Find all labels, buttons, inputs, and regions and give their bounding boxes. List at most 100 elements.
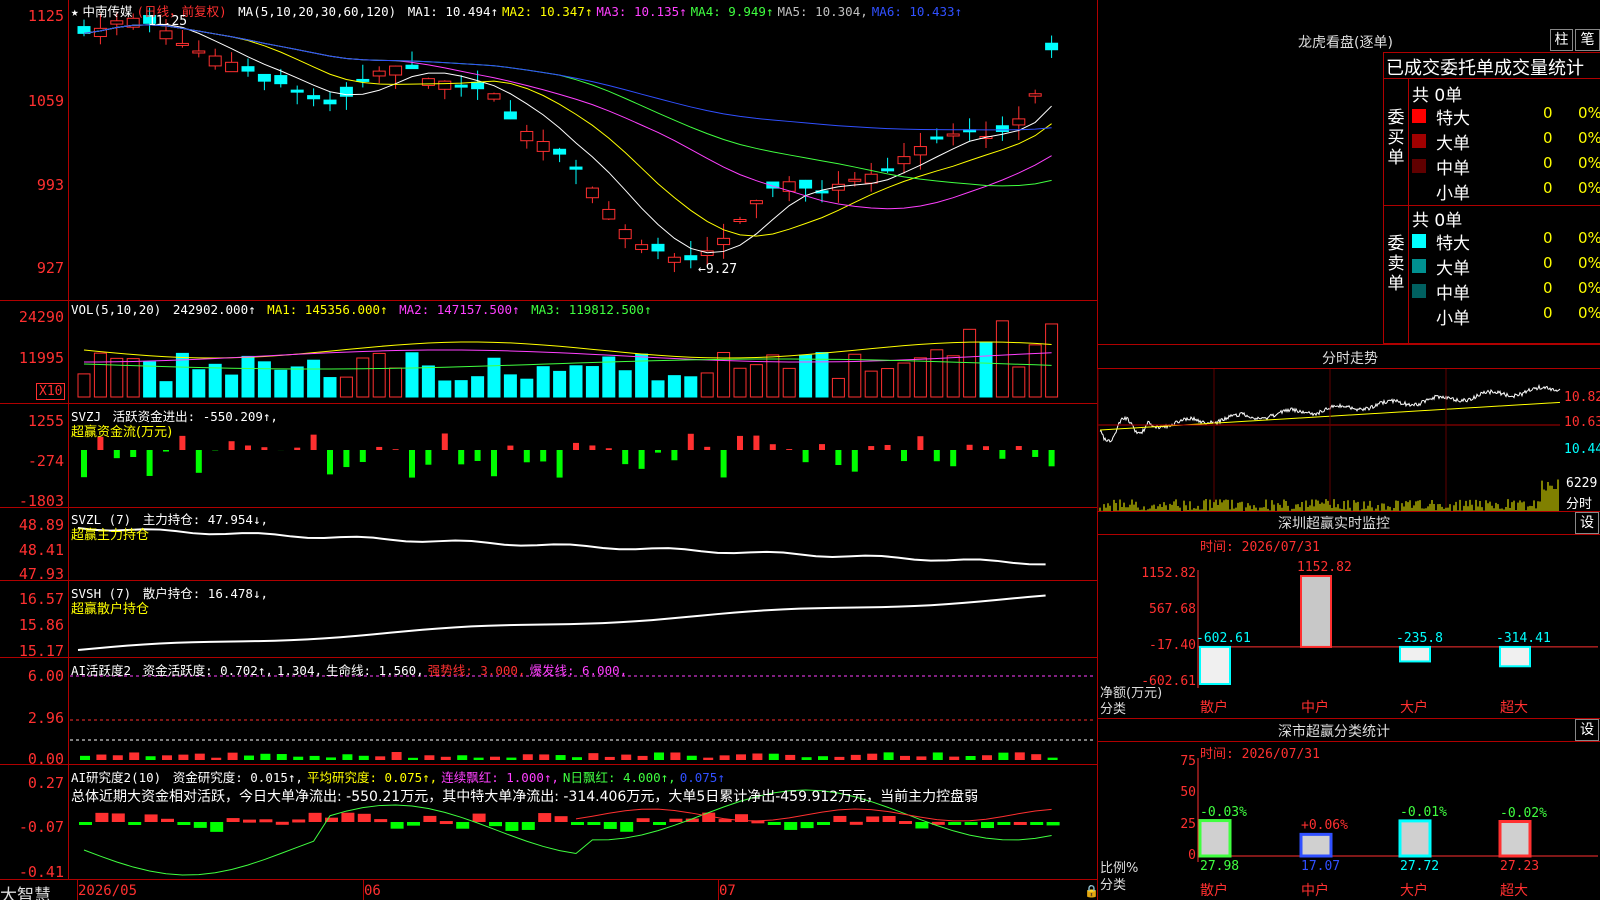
ma-legend-item: MA2: 10.347↑ (502, 4, 593, 19)
volume-bar (831, 377, 845, 398)
activity-bar (326, 757, 336, 760)
ma-legend-item: MA6: 10.433↑ (871, 4, 963, 19)
price-candle (405, 64, 419, 70)
category-label: 大户 (1400, 883, 1428, 899)
activity-bar (637, 755, 648, 760)
intraday-vol-label: 分时 (1566, 497, 1593, 512)
volume-bar (323, 377, 337, 398)
money-flow-bar (655, 450, 661, 453)
row-name: 特大 (1436, 234, 1470, 254)
price-candle (487, 93, 501, 100)
price-candle (290, 89, 304, 93)
research-bar (554, 816, 568, 822)
research-bar (964, 822, 978, 825)
activity-bar (621, 754, 632, 760)
price-candle (799, 179, 813, 189)
volume-bar (782, 367, 796, 398)
volume-bar (995, 320, 1009, 398)
price-candle (864, 173, 878, 184)
research-bar (357, 813, 371, 822)
ai-research-tick: -0.41 (18, 863, 64, 881)
price-candle (503, 111, 517, 120)
sz-monitor-time: 时间: 2026/07/31 (1200, 540, 1320, 555)
ai-research-label: AI研究度2(10) (71, 770, 162, 785)
research-bar (308, 812, 322, 822)
money-flow-bar (622, 450, 629, 465)
svzl-tick: 48.41 (18, 541, 64, 559)
money-flow-bar (720, 450, 727, 478)
sz-monitor-settings-button[interactable]: 设 (1575, 512, 1599, 534)
research-bar (817, 822, 830, 825)
money-flow-bar (884, 444, 891, 450)
ai-research-item: 0.075↑ (679, 770, 725, 785)
price-candle (995, 125, 1009, 132)
research-bar (636, 818, 650, 822)
row-value: 0 (1543, 179, 1553, 197)
activity-bar (211, 757, 222, 760)
research-bar (95, 812, 109, 822)
money-flow-bar (851, 450, 858, 472)
volume-bar (520, 378, 534, 398)
volume-bar (372, 352, 386, 398)
research-bar (833, 815, 847, 822)
activity-bar (506, 757, 517, 760)
stock-name[interactable]: 中南传媒 (83, 4, 133, 19)
category-label: 大户 (1400, 700, 1428, 716)
price-candle (307, 95, 321, 100)
ma-legend-item: MA5: 10.304, (777, 4, 868, 19)
money-flow-bar (441, 433, 448, 450)
activity-bar (818, 756, 828, 760)
activity-bar (80, 755, 90, 760)
row-percent: 0% (1578, 104, 1600, 122)
research-bar (341, 812, 355, 822)
price-candle (881, 168, 895, 172)
ratio-change-label: -0.01% (1400, 804, 1447, 820)
money-flow-bar (195, 450, 202, 473)
research-bar (1013, 821, 1027, 825)
intraday-tick: 10.44 (1564, 442, 1600, 457)
price-candle (1045, 42, 1059, 51)
ai-active-label: AI活跃度2 (71, 663, 132, 678)
price-candle (897, 156, 911, 165)
ma-line (83, 23, 1052, 254)
activity-bar (736, 754, 746, 760)
sell-row: 中单 0 0% (1410, 279, 1600, 304)
row-value: 0 (1543, 304, 1553, 322)
sz-class-settings-button[interactable]: 设 (1575, 719, 1599, 741)
color-swatch (1412, 234, 1426, 248)
tab-tick-view[interactable]: 笔 (1575, 29, 1600, 51)
research-bar (259, 819, 273, 823)
sz-class-tick: 25 (1180, 817, 1196, 832)
money-flow-bar (901, 450, 907, 462)
svsh-tick: 16.57 (18, 590, 64, 608)
money-flow-bar (819, 444, 825, 450)
vol-tick: 24290 (18, 308, 64, 326)
vol-ma-line (83, 341, 1052, 359)
color-swatch (1412, 134, 1426, 148)
buy-side-label: 委买单 (1387, 108, 1405, 168)
money-flow-bar (802, 450, 809, 463)
activity-bar (293, 756, 304, 760)
activity-bar (457, 755, 468, 760)
ai-research-item: 资金研究度: 0.015↑, (172, 770, 303, 785)
svzj-tick: -274 (27, 452, 64, 470)
research-bar (669, 818, 683, 822)
money-flow-bar (556, 450, 563, 478)
vol-value: 242902.000↑ (172, 302, 256, 317)
ai-summary-text: 总体近期大资金相对活跃，今日大单净流出: -550.21万元，其中特大单净流出:… (71, 789, 979, 805)
money-flow-bar (425, 450, 432, 465)
activity-bar (391, 752, 402, 760)
row-percent: 0% (1578, 179, 1600, 197)
tab-bar-view[interactable]: 柱 (1550, 29, 1573, 51)
vol-ma2: MA2: 147157.500↑ (399, 302, 520, 317)
volume-bar (356, 357, 370, 398)
sz-class-tick: 50 (1180, 785, 1196, 800)
price-candle (602, 208, 616, 220)
intraday-vol: 6229 (1566, 476, 1598, 491)
lock-icon[interactable]: 🔒 (1084, 884, 1099, 898)
research-bar (538, 813, 552, 822)
volume-bar (979, 341, 993, 398)
research-bar (439, 821, 453, 825)
price-candle (274, 75, 288, 85)
volume-bar (421, 365, 435, 398)
